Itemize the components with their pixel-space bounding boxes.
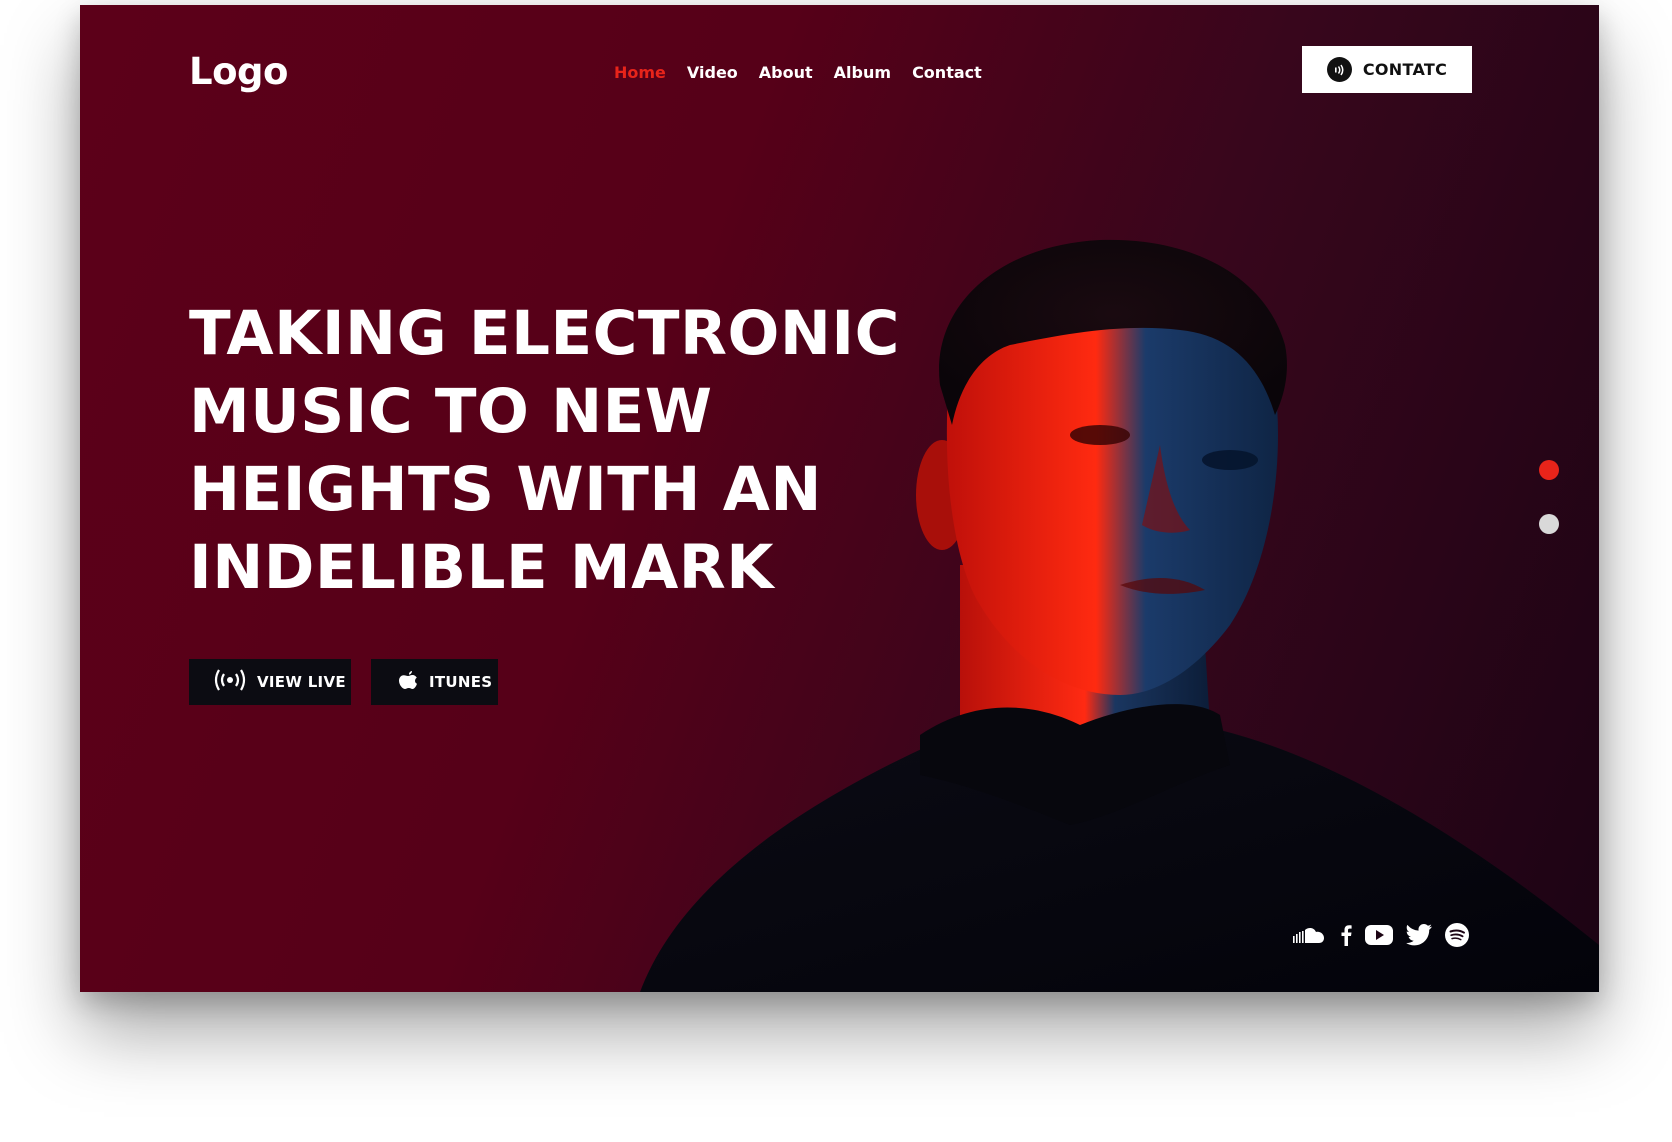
contact-button-label: CONTATC bbox=[1362, 60, 1448, 79]
nav-home[interactable]: Home bbox=[614, 63, 666, 82]
itunes-button[interactable]: ITUNES bbox=[371, 659, 498, 705]
slider-dot-2[interactable] bbox=[1539, 514, 1559, 534]
social-links bbox=[1293, 923, 1469, 947]
twitter-icon[interactable] bbox=[1406, 924, 1432, 946]
hero-headline: TAKING ELECTRONIC MUSIC TO NEW HEIGHTS W… bbox=[189, 295, 949, 607]
apple-icon bbox=[397, 667, 419, 697]
view-live-button[interactable]: VIEW LIVE bbox=[189, 659, 351, 705]
slider-dots bbox=[1539, 460, 1559, 534]
broadcast-icon bbox=[213, 667, 247, 697]
cta-buttons: VIEW LIVE ITUNES bbox=[189, 659, 498, 705]
main-nav: Home Video About Album Contact bbox=[614, 63, 982, 82]
headline-line-4: INDELIBLE MARK bbox=[189, 532, 775, 603]
hero-frame: Logo Home Video About Album Contact CONT… bbox=[80, 5, 1599, 992]
facebook-icon[interactable] bbox=[1340, 924, 1352, 946]
itunes-label: ITUNES bbox=[429, 673, 493, 691]
site-logo[interactable]: Logo bbox=[189, 50, 288, 93]
nav-video[interactable]: Video bbox=[687, 63, 738, 82]
headline-line-2: MUSIC TO NEW bbox=[189, 376, 713, 447]
sound-wave-icon bbox=[1326, 57, 1352, 82]
nav-album[interactable]: Album bbox=[834, 63, 891, 82]
slider-dot-1-active[interactable] bbox=[1539, 460, 1559, 480]
youtube-icon[interactable] bbox=[1365, 925, 1393, 945]
view-live-label: VIEW LIVE bbox=[257, 673, 346, 691]
headline-line-1: TAKING ELECTRONIC bbox=[189, 298, 900, 369]
headline-line-3: HEIGHTS WITH AN bbox=[189, 454, 822, 525]
spotify-icon[interactable] bbox=[1445, 923, 1469, 947]
contact-button[interactable]: CONTATC bbox=[1302, 46, 1472, 93]
nav-about[interactable]: About bbox=[759, 63, 813, 82]
nav-contact[interactable]: Contact bbox=[912, 63, 982, 82]
soundcloud-icon[interactable] bbox=[1293, 926, 1327, 944]
